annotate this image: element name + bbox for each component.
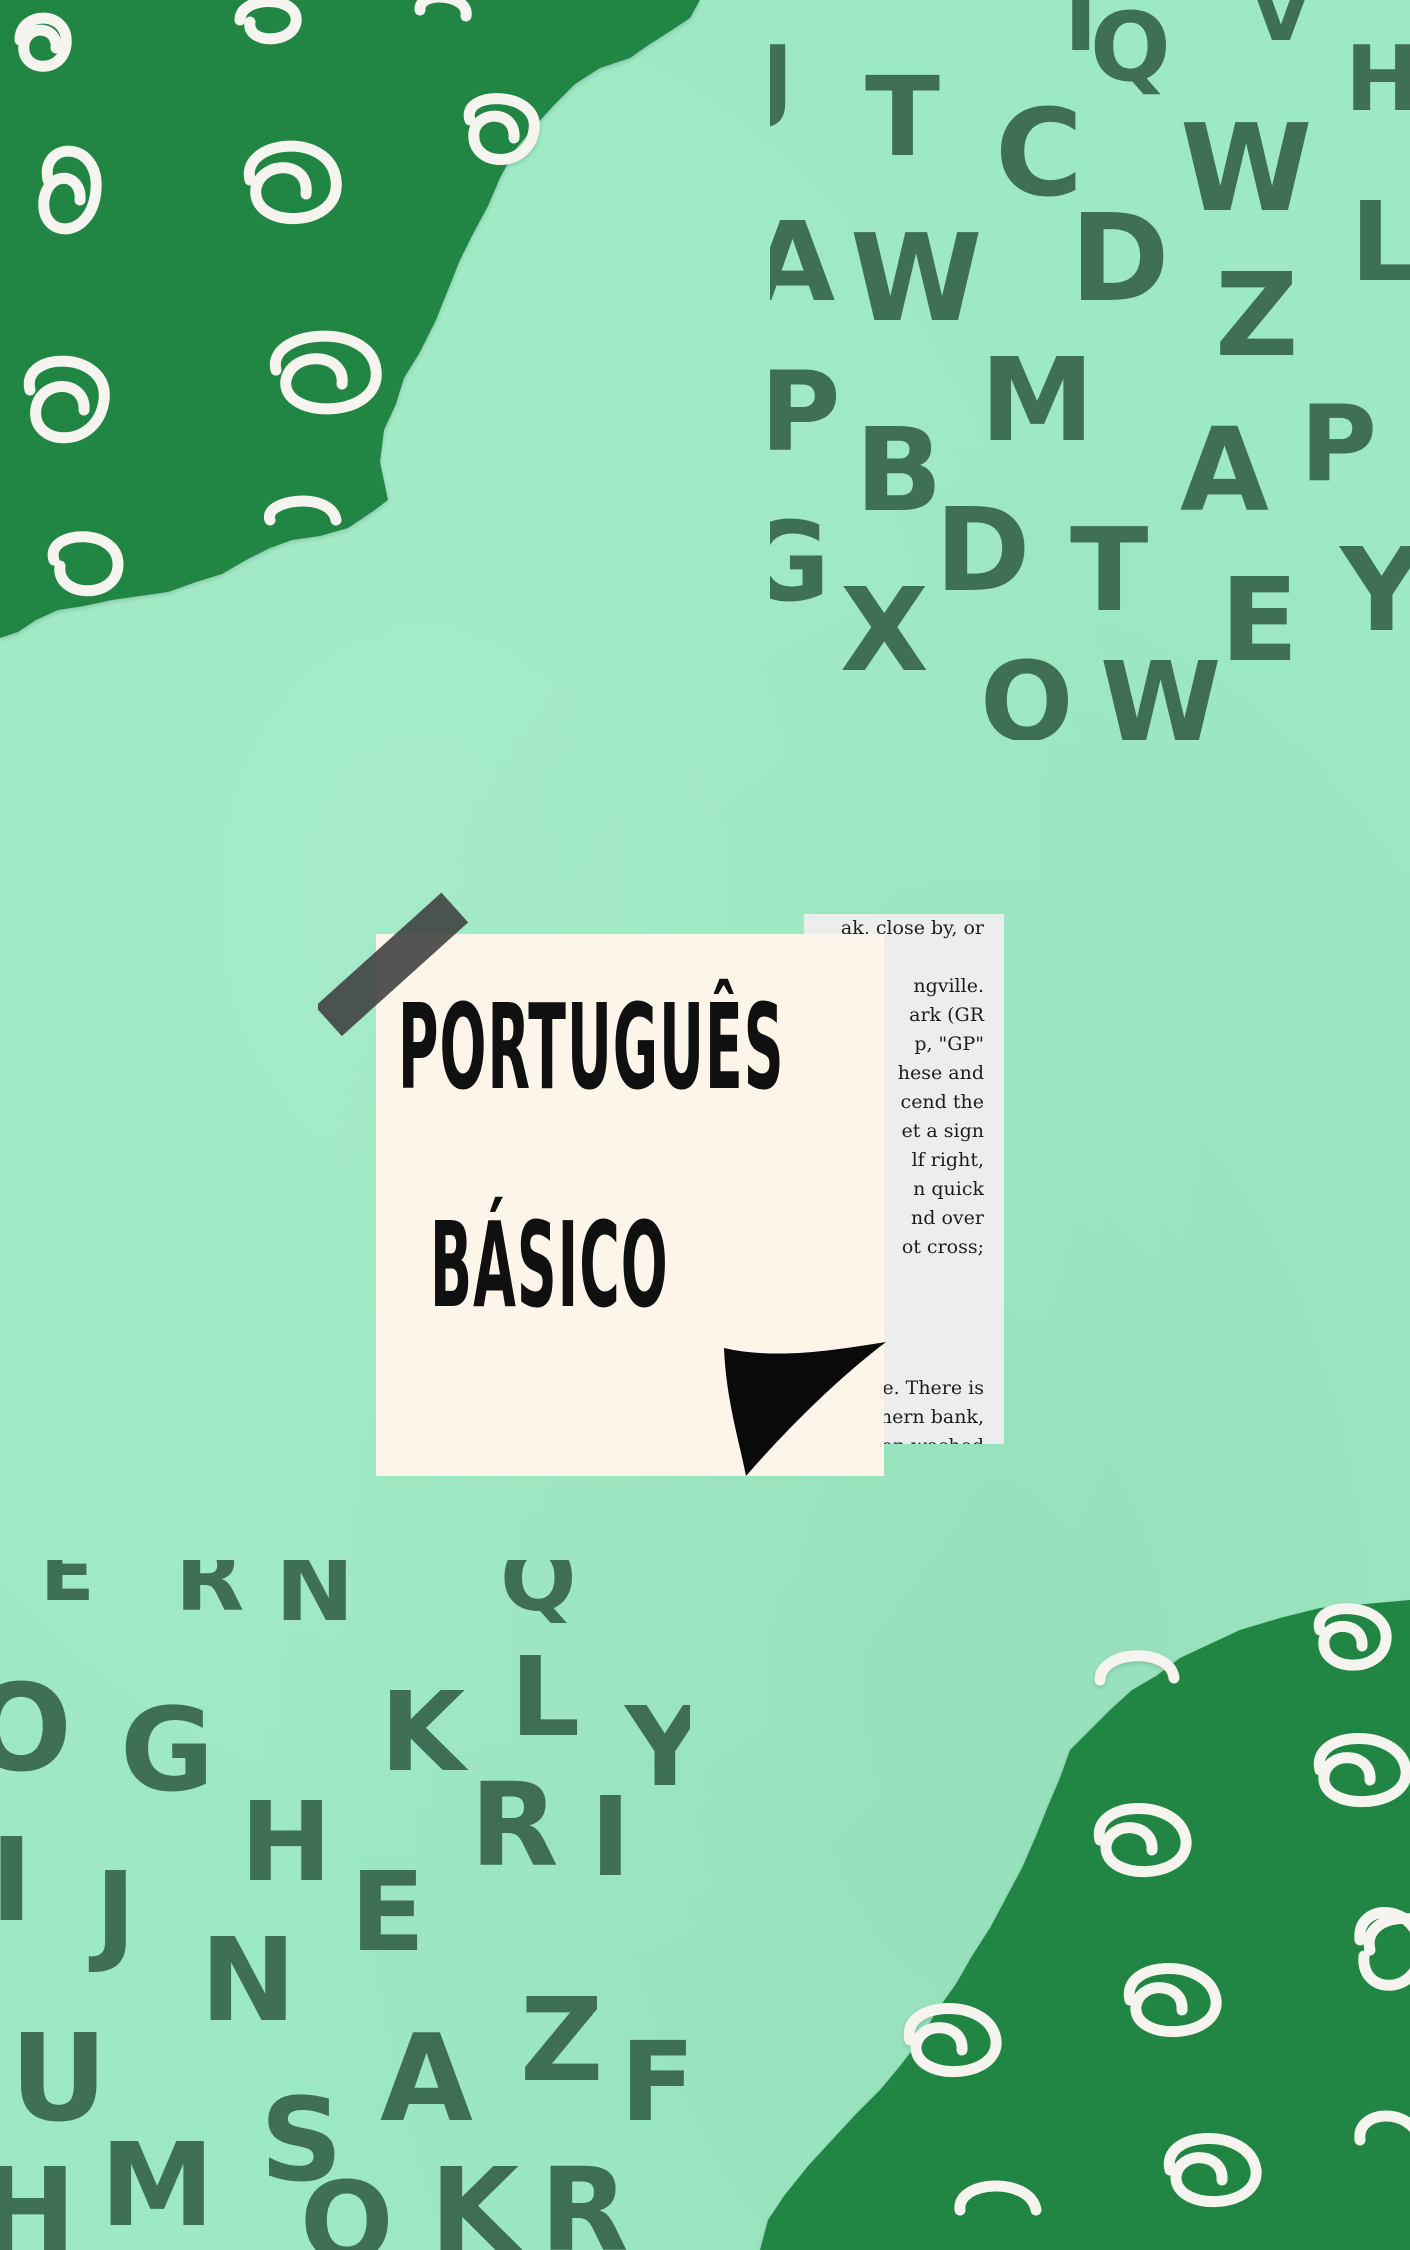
svg-text:M: M: [980, 334, 1094, 468]
svg-text:K: K: [380, 1668, 469, 1796]
svg-text:O: O: [980, 638, 1074, 740]
svg-text:E: E: [350, 1848, 425, 1976]
svg-text:G: G: [770, 498, 830, 626]
svg-text:Z: Z: [520, 1974, 603, 2108]
svg-text:W: W: [1180, 100, 1312, 239]
svg-text:A: A: [1180, 404, 1269, 538]
svg-text:U: U: [10, 2010, 107, 2149]
bottom-right-torn-paper: [760, 1600, 1410, 2250]
svg-text:Y: Y: [623, 1683, 690, 1811]
svg-text:L: L: [510, 1633, 580, 1761]
svg-text:R: R: [470, 1759, 559, 1893]
svg-text:I: I: [590, 1773, 631, 1901]
svg-text:N: N: [275, 1560, 355, 1643]
svg-text:L: L: [1350, 178, 1410, 306]
svg-text:W: W: [1100, 638, 1221, 740]
svg-text:H: H: [240, 1778, 332, 1906]
svg-text:E: E: [40, 1560, 95, 1619]
svg-text:O: O: [0, 1660, 72, 1799]
svg-text:V: V: [1250, 0, 1312, 59]
svg-text:R: R: [540, 2144, 629, 2250]
svg-text:T: T: [865, 53, 940, 181]
svg-text:A: A: [770, 198, 835, 326]
title-line-2: BÁSICO: [430, 1196, 669, 1334]
letter-q: Q: [1090, 0, 1171, 103]
svg-text:Y: Y: [1338, 524, 1410, 658]
top-left-torn-paper: [0, 0, 700, 638]
svg-text:D: D: [935, 484, 1030, 618]
svg-text:E: E: [1220, 554, 1299, 688]
svg-text:Z: Z: [1215, 249, 1298, 383]
svg-text:T: T: [1070, 504, 1148, 638]
svg-text:B: B: [855, 404, 943, 538]
svg-text:D: D: [1070, 190, 1170, 329]
svg-text:G: G: [120, 1684, 214, 1818]
folded-corner: [724, 1342, 886, 1476]
svg-text:O: O: [300, 2158, 394, 2250]
svg-text:X: X: [840, 564, 929, 698]
svg-text:H: H: [1345, 27, 1410, 132]
svg-text:H: H: [0, 2144, 76, 2250]
svg-text:K: K: [430, 2144, 523, 2250]
svg-text:R: R: [175, 1560, 244, 1632]
svg-text:P: P: [1300, 383, 1377, 505]
svg-text:J: J: [770, 27, 794, 132]
top-right-letter-patch: T Q V H J T C W L A W D Z P M B A P G D …: [770, 0, 1410, 740]
svg-text:F: F: [620, 2018, 690, 2146]
svg-text:N: N: [200, 1914, 296, 2048]
svg-text:Q: Q: [500, 1560, 577, 1632]
svg-text:M: M: [100, 2119, 214, 2250]
svg-text:A: A: [380, 2010, 473, 2149]
svg-text:P: P: [770, 348, 841, 476]
tape-strip: [318, 892, 469, 1037]
svg-text:J: J: [88, 1848, 136, 1976]
svg-text:I: I: [0, 1814, 33, 1948]
cover-page: T Q V H J T C W L A W D Z P M B A P G D …: [0, 0, 1410, 2250]
bottom-left-letter-patch: E R N Q O G K L Y H R I I J E N U A Z F …: [0, 1560, 690, 2250]
svg-text:W: W: [850, 210, 982, 349]
